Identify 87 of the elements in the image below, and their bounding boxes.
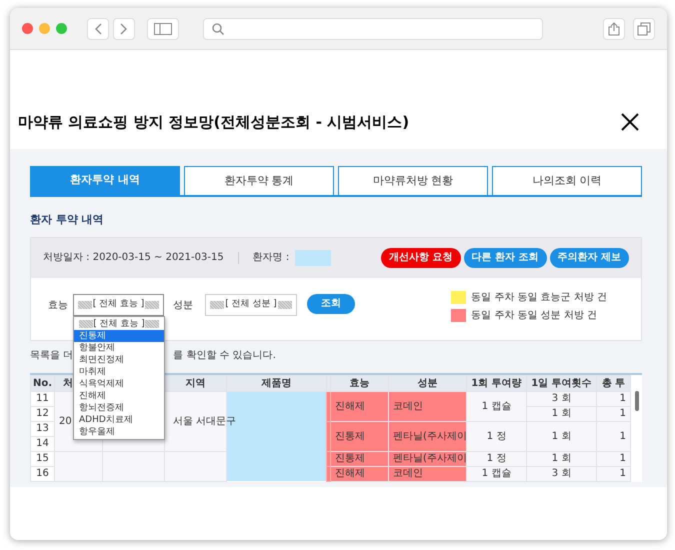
- dropdown-item[interactable]: 항우울제: [74, 426, 164, 438]
- dropdown-item[interactable]: 식욕억제제: [74, 378, 164, 390]
- action-button[interactable]: 개선사항 요청: [381, 248, 461, 268]
- table-cell: 1 정: [466, 421, 526, 451]
- table-cell: 1 캡슐: [466, 466, 526, 481]
- column-header: 1회 투여량: [466, 375, 526, 391]
- ingredient-select[interactable]: [ 전체 성분 ]: [205, 294, 297, 316]
- share-button[interactable]: [603, 18, 625, 40]
- forward-button[interactable]: [113, 18, 135, 40]
- column-header: 제품명: [226, 375, 326, 391]
- dropdown-item[interactable]: 진해제: [74, 390, 164, 402]
- legend-label: 동일 주차 동일 효능군 처방 건: [471, 290, 607, 304]
- notice-text: 를 확인할 수 있습니다.: [173, 349, 276, 363]
- table-cell: 16: [30, 466, 54, 481]
- redacted-block: [78, 300, 92, 308]
- dropdown-item[interactable]: 최면진정제: [74, 354, 164, 366]
- redacted-block: [79, 320, 94, 328]
- notice-text: 목록을 더: [30, 349, 74, 363]
- table-cell: 14: [30, 436, 54, 451]
- dropdown-item[interactable]: 진통제: [74, 330, 164, 342]
- table-cell: 13: [30, 421, 54, 436]
- table-cell: 진통제: [330, 451, 388, 466]
- address-field[interactable]: [203, 18, 543, 40]
- share-icon: [608, 22, 620, 36]
- close-window-icon[interactable]: [22, 23, 33, 34]
- table-cell: 1 정: [466, 451, 526, 466]
- tabs-button[interactable]: [633, 18, 655, 40]
- column-header: 성분: [388, 375, 466, 391]
- efficacy-label: 효능: [48, 298, 68, 312]
- tab[interactable]: 환자투약 통계: [184, 166, 334, 195]
- sidebar-button[interactable]: [147, 18, 179, 40]
- page-title: 마약류 의료쇼핑 방지 정보망(전체성분조회 - 시범서비스): [18, 112, 410, 133]
- tabs-icon: [637, 22, 651, 36]
- patient-label: 환자명 :: [252, 251, 290, 265]
- search-icon: [212, 22, 224, 34]
- table-cell: 펜타닐(주사제이: [388, 421, 466, 451]
- table-cell: 20: [59, 416, 72, 426]
- table-cell: 코데인: [388, 391, 466, 421]
- table-cell: 1: [596, 391, 630, 406]
- table-cell: 3 회: [526, 466, 596, 481]
- ingredient-label: 성분: [173, 298, 193, 312]
- chevron-right-icon: [120, 22, 128, 34]
- dropdown-item[interactable]: 항뇌전증제: [74, 402, 164, 414]
- redacted-block: [210, 300, 224, 308]
- select-value: [ 전체 성분 ]: [225, 298, 277, 311]
- table-cell: 펜타닐(주사제이: [388, 451, 466, 466]
- tab[interactable]: 마약류처방 현황: [338, 166, 488, 195]
- table-cell: 12: [30, 406, 54, 421]
- chevron-left-icon: [94, 22, 102, 34]
- efficacy-select[interactable]: [ 전체 효능 ]: [73, 294, 164, 316]
- table-cell: 1 회: [526, 451, 596, 466]
- select-value: [ 전체 효능 ]: [92, 298, 144, 311]
- redacted-block: [278, 300, 292, 308]
- back-button[interactable]: [87, 18, 109, 40]
- table-cell: 1: [596, 421, 630, 451]
- dropdown-item[interactable]: 마취제: [74, 366, 164, 378]
- table-cell: 진통제: [330, 421, 388, 451]
- column-header: 1일 투여횟수: [526, 375, 596, 391]
- section-title: 환자 투약 내역: [30, 212, 105, 228]
- sidebar-icon: [154, 22, 172, 34]
- table-cell: 1: [596, 466, 630, 481]
- dropdown-item[interactable]: ADHD치료제: [74, 414, 164, 426]
- period-text: 처방일자 : 2020-03-15 ~ 2021-03-15: [43, 251, 224, 265]
- column-header: No.: [30, 375, 54, 391]
- column-header: 총 투: [596, 375, 630, 391]
- table-cell: 서울 서대문구: [173, 416, 236, 426]
- column-header: 효능: [330, 375, 388, 391]
- table-cell: 코데인: [388, 466, 466, 481]
- legend-label: 동일 주차 동일 성분 처방 건: [471, 308, 597, 322]
- table-cell: 1 캡슐: [466, 391, 526, 421]
- tab[interactable]: 나의조회 이력: [492, 166, 642, 195]
- scrollbar: [635, 390, 639, 410]
- dropdown-item[interactable]: [ 전체 효능 ]: [74, 318, 164, 330]
- table-cell: 1: [596, 451, 630, 466]
- redacted-block: [144, 320, 159, 328]
- redacted-block: [145, 300, 159, 308]
- table-cell: 진해제: [330, 391, 388, 421]
- column-header: 지역: [164, 375, 226, 391]
- redacted-name: [295, 250, 332, 266]
- close-icon[interactable]: [621, 113, 639, 131]
- table-cell: 진해제: [330, 466, 388, 481]
- table-cell: 3 회: [526, 391, 596, 406]
- zoom-window-icon[interactable]: [56, 23, 67, 34]
- table-cell: 1 회: [526, 406, 596, 421]
- table-cell: 1 회: [526, 421, 596, 451]
- dropdown-item[interactable]: 항불안제: [74, 342, 164, 354]
- table-cell: 1: [596, 406, 630, 421]
